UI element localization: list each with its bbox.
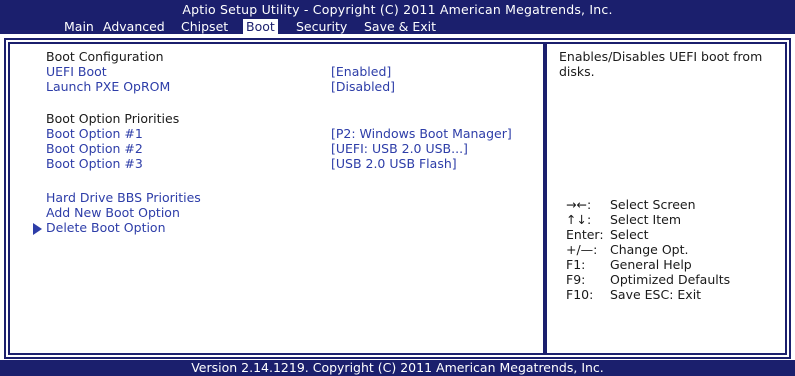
help-action: Select Item: [610, 212, 681, 227]
uefi-boot-label[interactable]: UEFI Boot: [46, 64, 107, 79]
help-description-line2: disks.: [559, 64, 595, 79]
launch-pxe-value[interactable]: [Disabled]: [331, 79, 395, 94]
boot-option-1-value[interactable]: [P2: Windows Boot Manager]: [331, 126, 512, 141]
hard-drive-bbs-priorities[interactable]: Hard Drive BBS Priorities: [46, 190, 201, 205]
help-key-row: F9: Optimized Defaults: [566, 272, 730, 287]
help-key-row: +/—: Change Opt.: [566, 242, 688, 257]
delete-boot-option[interactable]: Delete Boot Option: [46, 220, 166, 235]
boot-option-priorities-heading: Boot Option Priorities: [46, 111, 180, 126]
help-key-row: Enter: Select: [566, 227, 649, 242]
arrows-vertical-icon: ↑↓:: [566, 212, 592, 227]
tab-advanced[interactable]: Advanced: [103, 19, 165, 34]
arrows-horizontal-icon: →←:: [566, 197, 592, 212]
help-description-line1: Enables/Disables UEFI boot from: [559, 49, 763, 64]
status-bar: Version 2.14.1219. Copyright (C) 2011 Am…: [0, 360, 795, 376]
boot-option-3-label[interactable]: Boot Option #3: [46, 156, 143, 171]
boot-option-2-value[interactable]: [UEFI: USB 2.0 USB...]: [331, 141, 468, 156]
title-bar: Aptio Setup Utility - Copyright (C) 2011…: [0, 0, 795, 19]
help-key: F1:: [566, 257, 586, 272]
help-key-row: F1: General Help: [566, 257, 692, 272]
help-key-row: F10: Save ESC: Exit: [566, 287, 701, 302]
title-text: Aptio Setup Utility - Copyright (C) 2011…: [182, 2, 613, 17]
tab-security[interactable]: Security: [296, 19, 347, 34]
help-action: Save ESC: Exit: [610, 287, 702, 302]
boot-option-1-label[interactable]: Boot Option #1: [46, 126, 143, 141]
boot-option-2-label[interactable]: Boot Option #2: [46, 141, 143, 156]
version-text: Version 2.14.1219. Copyright (C) 2011 Am…: [191, 360, 604, 375]
boot-option-3-value[interactable]: [USB 2.0 USB Flash]: [331, 156, 457, 171]
help-key-row: →←: Select Screen: [566, 197, 696, 212]
submenu-arrow-icon: [33, 223, 42, 235]
tab-chipset[interactable]: Chipset: [181, 19, 228, 34]
help-key: +/—:: [566, 242, 598, 257]
launch-pxe-label[interactable]: Launch PXE OpROM: [46, 79, 170, 94]
help-action: Select: [610, 227, 649, 242]
help-action: Optimized Defaults: [610, 272, 731, 287]
uefi-boot-value[interactable]: [Enabled]: [331, 64, 391, 79]
menu-bar: Main Advanced Chipset Boot Security Save…: [0, 19, 795, 34]
tab-boot[interactable]: Boot: [243, 19, 278, 34]
boot-configuration-heading: Boot Configuration: [46, 49, 164, 64]
help-action: Select Screen: [610, 197, 696, 212]
help-action: General Help: [610, 257, 692, 272]
tab-main[interactable]: Main: [64, 19, 94, 34]
help-action: Change Opt.: [610, 242, 689, 257]
help-key: F10:: [566, 287, 594, 302]
help-key: Enter:: [566, 227, 604, 242]
help-key: F9:: [566, 272, 586, 287]
add-new-boot-option[interactable]: Add New Boot Option: [46, 205, 180, 220]
tab-save-exit[interactable]: Save & Exit: [364, 19, 436, 34]
help-key-row: ↑↓: Select Item: [566, 212, 681, 227]
